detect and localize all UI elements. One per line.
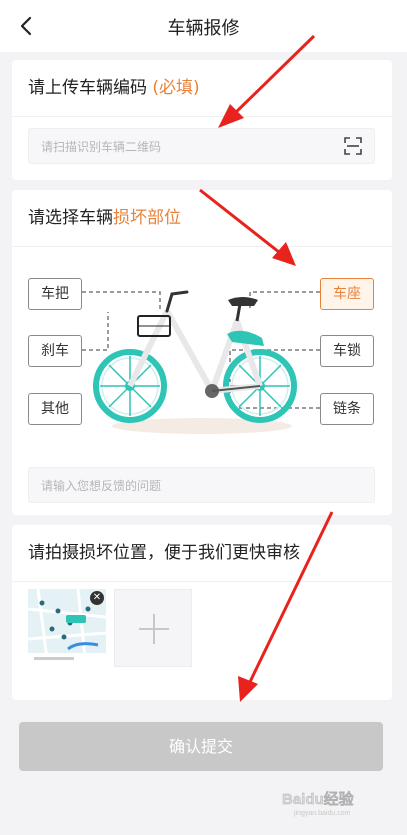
photo-thumbnail[interactable]: ✕ [28,589,106,667]
part-button-seat[interactable]: 车座 [320,278,374,310]
baidu-watermark-logo: Baidu经验 jingyan.baidu.com [282,788,382,818]
scan-icon[interactable] [344,137,362,155]
divider [12,581,392,582]
svg-text:Baidu经验: Baidu经验 [282,790,355,808]
damage-card: 请选择车辆损坏部位 车把 刹车 其他 车座 车锁 链条 请输入您想反馈的问题 [12,190,392,515]
part-button-lock[interactable]: 车锁 [320,335,374,367]
photo-title: 请拍摄损坏位置，便于我们更快审核 [28,543,300,563]
plus-icon [139,614,169,644]
part-button-other[interactable]: 其他 [28,393,82,425]
photo-card: 请拍摄损坏位置，便于我们更快审核 ✕ [12,525,392,700]
baidu-logo: Baidu经验 jingyan.baidu.com [282,790,355,817]
nav-bar: 车辆报修 [0,0,407,52]
vehicle-code-title: 请上传车辆编码 (必填) [28,76,200,100]
add-photo-button[interactable] [114,589,192,667]
part-button-chain[interactable]: 链条 [320,393,374,425]
page-title: 车辆报修 [167,18,240,39]
vehicle-code-card: 请上传车辆编码 (必填) 请扫描识别车辆二维码 [12,60,392,180]
vehicle-code-title-text: 请上传车辆编码 [28,78,147,98]
vehicle-code-input[interactable]: 请扫描识别车辆二维码 [28,128,375,164]
part-button-brake[interactable]: 刹车 [28,335,82,367]
vehicle-code-placeholder: 请扫描识别车辆二维码 [41,140,162,154]
part-button-handlebar[interactable]: 车把 [28,278,82,310]
bicycle-illustration [93,290,297,434]
feedback-input[interactable]: 请输入您想反馈的问题 [28,467,375,503]
close-icon[interactable]: ✕ [90,591,104,605]
submit-button[interactable]: 确认提交 [19,722,383,771]
required-tag: (必填) [152,78,200,98]
feedback-placeholder: 请输入您想反馈的问题 [41,479,162,493]
divider [12,116,392,117]
svg-text:jingyan.baidu.com: jingyan.baidu.com [293,810,351,817]
